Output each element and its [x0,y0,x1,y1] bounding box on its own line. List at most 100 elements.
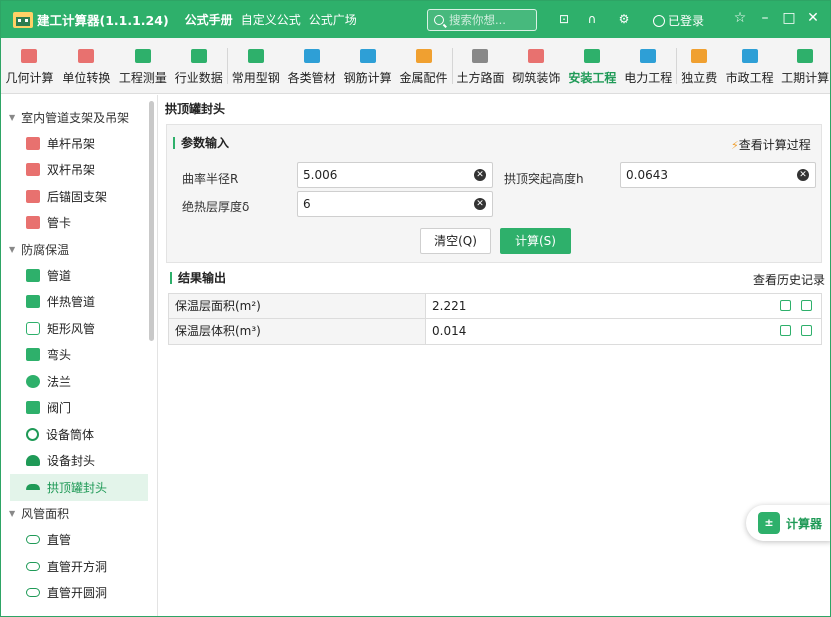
login-status[interactable]: 已登录 [653,12,704,29]
item-label: 直管 [47,533,72,548]
feedback-icon[interactable]: ⊡ [557,12,571,26]
clear-field-icon[interactable]: ✕ [474,198,486,210]
minimize-button[interactable]: – [757,10,773,26]
app-logo-icon [12,10,34,30]
tool-unit-convert[interactable]: 单位转换 [58,38,115,94]
duct-icon [26,561,40,571]
sidebar-item-flange[interactable]: 法兰 [10,368,148,395]
clear-field-icon[interactable]: ✕ [797,169,809,181]
tool-label: 电力工程 [624,71,673,85]
hanger-icon [26,163,40,177]
tab-formula-manual[interactable]: 公式手册 [181,11,237,28]
clear-button[interactable]: 清空(Q) [420,228,491,254]
item-label: 管道 [47,268,72,283]
municipal-icon [741,49,758,63]
circle-icon [26,427,39,441]
sidebar-scrollbar[interactable] [149,101,154,341]
search-input[interactable]: 搜索你想... [427,9,537,31]
tool-municipal[interactable]: 市政工程 [721,38,778,94]
calculator-icon: ± [758,512,780,534]
group-label: 室内管道支架及吊架 [21,110,130,125]
sidebar-item-anchor-support[interactable]: 后锚固支架 [10,183,148,210]
dome-height-input[interactable]: 0.0643 ✕ [620,162,816,188]
tab-formula-square[interactable]: 公式广场 [305,11,361,28]
tool-rebar[interactable]: 钢筋计算 [340,38,396,94]
tool-survey[interactable]: 工程测量 [115,38,171,94]
sidebar-item-rect-duct[interactable]: 矩形风管 [10,315,148,342]
view-process-link[interactable]: ⚡查看计算过程 [731,136,811,153]
gear-icon[interactable]: ⚙ [617,12,631,26]
table-row: 保温层面积(m²) 2.221 [169,294,821,319]
tool-masonry[interactable]: 砌筑装饰 [508,38,564,94]
item-label: 拱顶罐封头 [47,480,108,495]
volume-value: 0.014 [432,324,467,338]
sidebar-group-anticorrosion[interactable]: ▼ 防腐保温 [1,236,157,262]
save-icon[interactable] [780,300,791,311]
history-link[interactable]: 查看历史记录 [753,271,825,288]
tool-power[interactable]: 电力工程 [620,38,676,94]
sidebar-item-single-hanger[interactable]: 单杆吊架 [10,130,148,157]
tool-industry-data[interactable]: 行业数据 [171,38,227,94]
sidebar-item-pipe[interactable]: 管道 [10,262,148,289]
tool-label: 钢筋计算 [343,71,392,85]
hanger-icon [26,189,40,203]
headset-icon[interactable]: ∩ [585,12,599,26]
calculate-button[interactable]: 计算(S) [500,228,571,254]
item-label: 管卡 [47,216,72,231]
item-label: 直管开圆洞 [47,586,108,601]
sidebar-item-dome-roof-head[interactable]: 拱顶罐封头 [10,474,148,501]
valve-icon [26,401,40,415]
sidebar-item-double-hanger[interactable]: 双杆吊架 [10,157,148,184]
sidebar-item-pipe-clamp[interactable]: 管卡 [10,210,148,237]
elbow-icon [26,348,40,362]
insulation-thickness-input[interactable]: 6 ✕ [297,191,493,217]
sidebar-group-pipe-support[interactable]: ▼ 室内管道支架及吊架 [1,104,157,130]
tool-label: 土方路面 [456,71,505,85]
clear-field-icon[interactable]: ✕ [474,169,486,181]
tool-label: 几何计算 [5,71,54,85]
tool-steel[interactable]: 常用型钢 [228,38,284,94]
copy-icon[interactable] [801,300,812,311]
tab-custom-formula[interactable]: 自定义公式 [237,11,305,28]
tool-metal-parts[interactable]: 金属配件 [396,38,452,94]
tool-label: 市政工程 [725,71,774,85]
tool-earthwork[interactable]: 土方路面 [453,38,509,94]
app-title: 建工计算器(1.1.1.24) [37,13,169,28]
tool-geometry[interactable]: 几何计算 [1,38,58,94]
duct-icon [26,588,40,598]
brick-icon [528,49,545,63]
sidebar-item-straight-duct[interactable]: 直管 [10,527,148,554]
save-icon[interactable] [780,325,791,336]
sidebar-item-valve[interactable]: 阀门 [10,395,148,422]
tool-label: 工程测量 [118,71,167,85]
tool-label: 行业数据 [174,71,223,85]
radius-input[interactable]: 5.006 ✕ [297,162,493,188]
sidebar-item-elbow[interactable]: 弯头 [10,342,148,369]
tool-installation[interactable]: 安装工程 [564,38,620,94]
sidebar-item-heat-trace-pipe[interactable]: 伴热管道 [10,289,148,316]
item-label: 法兰 [47,374,72,389]
sidebar-item-vessel-shell[interactable]: 设备筒体 [10,421,148,448]
tool-independent-fee[interactable]: 独立费 [677,38,721,94]
sidebar-group-duct-area[interactable]: ▼ 风管面积 [1,501,157,527]
search-icon [434,15,444,25]
maximize-button[interactable]: □ [781,10,797,26]
pin-icon[interactable]: ☆ [732,10,748,26]
calculator-button[interactable]: ± 计算器 [746,505,830,541]
sidebar: ▼ 室内管道支架及吊架 单杆吊架 双杆吊架 后锚固支架 管卡 ▼ 防腐保温 管道 伴… [1,95,158,616]
close-button[interactable]: ✕ [805,10,821,26]
item-label: 矩形风管 [47,321,96,336]
copy-icon[interactable] [801,325,812,336]
item-label: 设备封头 [47,454,96,469]
pipe-icon [26,295,40,309]
tool-pipes[interactable]: 各类管材 [284,38,340,94]
sidebar-item-vessel-head[interactable]: 设备封头 [10,448,148,475]
sidebar-item-duct-square-hole[interactable]: 直管开方洞 [10,553,148,580]
tool-label: 砌筑装饰 [512,71,561,85]
item-label: 伴热管道 [47,295,96,310]
tool-label: 安装工程 [568,71,617,85]
sidebar-item-duct-round-hole[interactable]: 直管开圆洞 [10,580,148,607]
radius-value: 5.006 [303,168,338,182]
output-section-title: 结果输出 [170,272,226,284]
tool-schedule[interactable]: 工期计算 [778,38,830,94]
